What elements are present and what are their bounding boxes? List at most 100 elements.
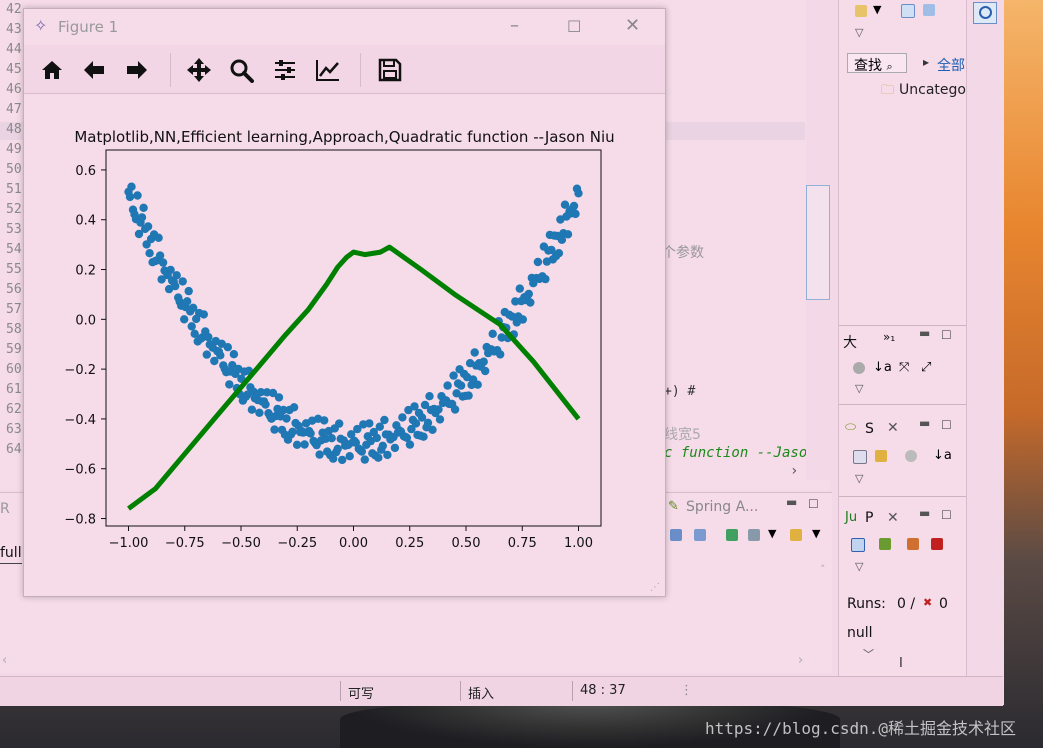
- scatter-point: [360, 455, 369, 464]
- scroll-right-arrow[interactable]: ›: [790, 463, 798, 479]
- console-icon-2[interactable]: [694, 529, 706, 541]
- collapse-icon[interactable]: ⤧: [899, 360, 909, 375]
- collapse-all-icon[interactable]: [853, 450, 867, 464]
- menu-chevron-icon[interactable]: ▽: [855, 26, 863, 39]
- minimize-icon[interactable]: ▬: [919, 326, 930, 340]
- save-icon[interactable]: [376, 57, 404, 83]
- home-icon[interactable]: [38, 57, 66, 83]
- scatter-point: [261, 400, 270, 409]
- window-maximize-button[interactable]: ☐: [567, 17, 581, 36]
- maximize-icon[interactable]: ☐: [941, 328, 952, 342]
- scatter-point: [390, 443, 400, 453]
- window-close-button[interactable]: ✕: [625, 15, 640, 36]
- junit-tab[interactable]: P: [865, 510, 873, 526]
- editor-scroll-thumb[interactable]: [806, 185, 830, 300]
- close-icon[interactable]: ✕: [887, 420, 899, 436]
- figure-window[interactable]: ✧ Figure 1 – ☐ ✕ Matplotlib,NN,Efficient…: [23, 8, 666, 597]
- minimize-icon-2[interactable]: ▬: [919, 416, 930, 430]
- display-icon[interactable]: [748, 529, 760, 541]
- junit-menu-icon[interactable]: ▽: [855, 560, 863, 573]
- sort-icon[interactable]: ↓a: [933, 448, 952, 463]
- scatter-point: [345, 452, 354, 461]
- close-icon-2[interactable]: ✕: [887, 510, 899, 526]
- sort-az-icon[interactable]: ↓a: [873, 360, 892, 375]
- text-cursor-icon: I: [899, 656, 903, 671]
- scatter-point: [419, 432, 428, 441]
- outline-menu-icon[interactable]: ▽: [855, 382, 863, 395]
- bottom-tab-r[interactable]: R: [0, 501, 10, 517]
- link-icon[interactable]: [875, 450, 887, 462]
- scatter-point: [526, 298, 535, 307]
- rerun-icon[interactable]: [879, 538, 891, 550]
- outline-tab[interactable]: 大: [843, 332, 857, 352]
- status-bar: 可写 插入 48 : 37 ⋮: [0, 676, 1003, 706]
- figure-titlebar[interactable]: ✧ Figure 1 – ☐ ✕: [24, 9, 665, 45]
- y-tick-label: −0.8: [64, 513, 96, 528]
- filter-icon[interactable]: [905, 450, 917, 462]
- scatter-point: [172, 271, 181, 280]
- spring-icon: ✎: [668, 499, 679, 514]
- expand-triangle-icon[interactable]: ▸: [923, 55, 929, 69]
- scatter-point: [515, 284, 524, 293]
- resize-grip-icon[interactable]: ⋰: [650, 582, 660, 593]
- scatter-point: [274, 393, 284, 402]
- back-arrow-icon[interactable]: [80, 57, 108, 83]
- console-icon-3[interactable]: [726, 529, 738, 541]
- scroll-up-arrow[interactable]: ˄: [820, 563, 826, 576]
- minimize-icon-3[interactable]: ▬: [919, 506, 930, 520]
- scroll-left-arrow[interactable]: ‹: [2, 653, 7, 668]
- dropdown-arrow-icon-2[interactable]: ▼: [768, 527, 776, 540]
- new-icon[interactable]: [855, 5, 867, 17]
- plot-canvas[interactable]: −1.00 −0.75 −0.50 −0.25 0.00 0.25 0.50 0.75 1.00…: [24, 93, 665, 573]
- minimize-icon-4[interactable]: ▬: [786, 495, 797, 509]
- all-link[interactable]: 全部: [937, 55, 965, 75]
- maximize-icon-2[interactable]: ☐: [941, 418, 952, 432]
- forward-arrow-icon[interactable]: [123, 57, 151, 83]
- y-tick-label: −0.4: [64, 413, 96, 428]
- error-icon: ✖: [923, 596, 933, 609]
- scatter-point: [202, 350, 211, 359]
- line-number: 56: [6, 282, 22, 297]
- maximize-icon-3[interactable]: ☐: [941, 508, 952, 522]
- perspective-icon: [979, 6, 992, 19]
- scatter-point: [315, 450, 324, 459]
- tree-view-icon[interactable]: [901, 4, 915, 18]
- servers-tab[interactable]: S: [865, 421, 874, 437]
- junit-scroll-icon[interactable]: ﹀: [863, 646, 874, 662]
- pan-icon[interactable]: [185, 57, 213, 83]
- expand-icon[interactable]: ⤢: [921, 360, 931, 375]
- configure-subplots-icon[interactable]: [271, 57, 299, 83]
- scatter-point: [372, 433, 381, 443]
- line-number: 47: [6, 102, 22, 117]
- scatter-point: [449, 371, 458, 380]
- search-label: 查找: [854, 58, 882, 74]
- line-number: 59: [6, 342, 22, 357]
- hierarchy-icon[interactable]: [923, 4, 935, 16]
- more-tabs[interactable]: »₁: [883, 330, 895, 344]
- search-button[interactable]: 查找 ⌕: [847, 53, 907, 74]
- hide-fields-icon[interactable]: [853, 362, 865, 374]
- uncategorized-item[interactable]: Uncatego: [899, 82, 966, 98]
- spring-tab[interactable]: Spring A...: [686, 499, 758, 515]
- perspective-button[interactable]: [973, 2, 997, 24]
- status-grip-icon: ⋮: [680, 683, 693, 698]
- line-number: 50: [6, 162, 22, 177]
- rerun-failed-icon[interactable]: [907, 538, 919, 550]
- dropdown-arrow-icon-3[interactable]: ▼: [812, 527, 820, 540]
- zoom-icon[interactable]: [228, 57, 256, 83]
- scatter-point: [571, 209, 580, 219]
- toolbar-separator: [170, 53, 171, 87]
- servers-menu-icon[interactable]: ▽: [855, 472, 863, 485]
- window-minimize-button[interactable]: –: [510, 15, 519, 36]
- console-icon-1[interactable]: [670, 529, 682, 541]
- new-console-icon[interactable]: [790, 529, 802, 541]
- maximize-icon-4[interactable]: ☐: [808, 497, 819, 511]
- stop-icon[interactable]: [931, 538, 943, 550]
- scatter-point: [425, 392, 434, 401]
- dropdown-arrow-icon[interactable]: ▼: [873, 3, 881, 16]
- scatter-point: [443, 381, 452, 390]
- failures-only-icon[interactable]: [851, 538, 865, 552]
- runs-value: 0 /: [897, 596, 916, 612]
- edit-axes-icon[interactable]: [314, 57, 342, 83]
- scroll-right-arrow-2[interactable]: ›: [798, 653, 803, 668]
